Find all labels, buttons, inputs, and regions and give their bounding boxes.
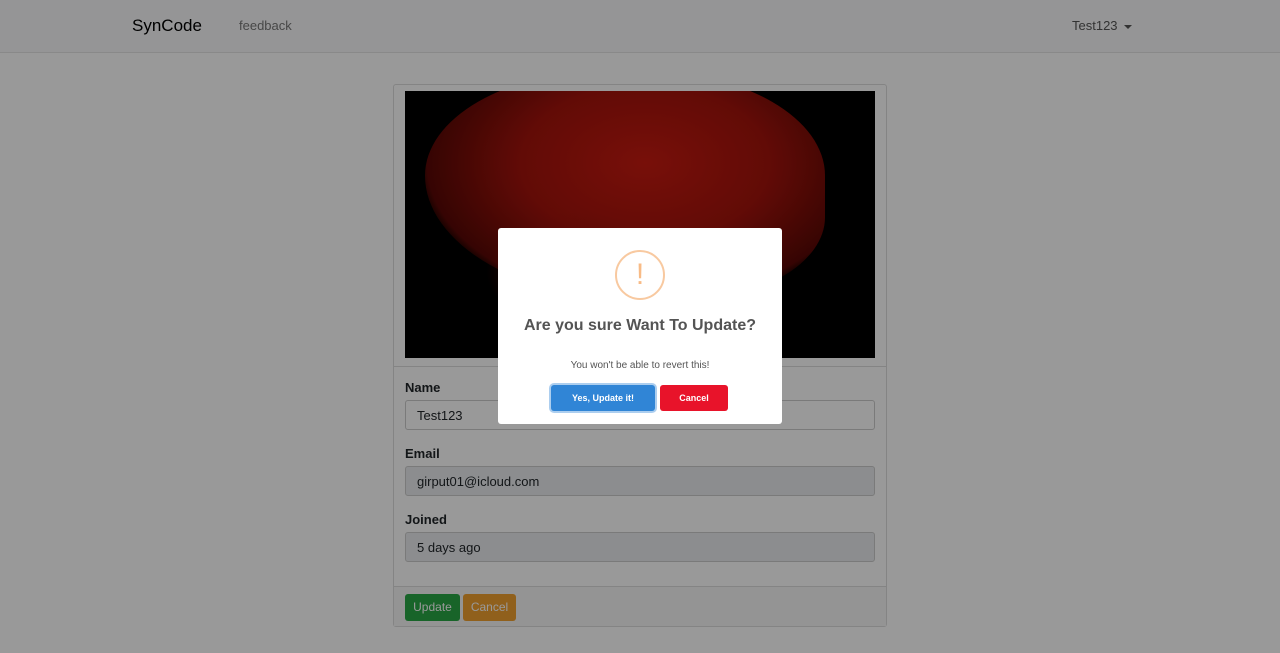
warning-icon: ! [615,250,665,300]
dialog-cancel-button[interactable]: Cancel [660,385,728,411]
dialog-text: You won't be able to revert this! [570,360,710,371]
confirm-update-button[interactable]: Yes, Update it! [551,385,655,411]
dialog-title: Are you sure Want To Update? [523,317,756,334]
confirm-dialog: ! Are you sure Want To Update? You won't… [498,228,782,424]
